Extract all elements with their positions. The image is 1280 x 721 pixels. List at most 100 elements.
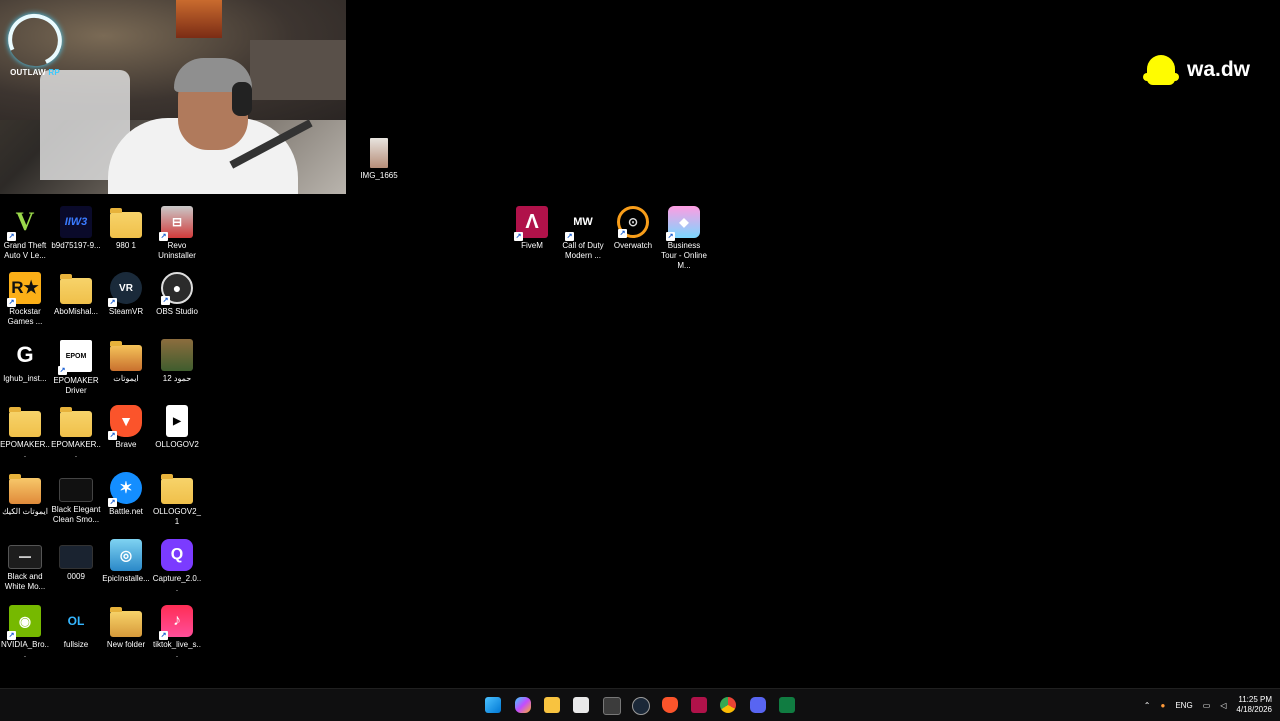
desktop-icon[interactable]: AboMishal... [51, 272, 101, 317]
desktop-icon[interactable]: ⊟ Revo Uninstaller [152, 206, 202, 261]
copilot-icon[interactable] [515, 697, 531, 713]
desktop-icon[interactable]: MW Call of Duty Modern ... [558, 206, 608, 261]
brand-name: OUTLAW [10, 68, 46, 77]
steam-icon[interactable] [632, 697, 650, 715]
outlaw-rp-logo: OUTLAW RP [0, 6, 70, 77]
desktop-icon[interactable]: ◎ EpicInstalle... [101, 539, 151, 584]
brand-text: OUTLAW RP [6, 68, 64, 77]
folder-icon [110, 341, 142, 371]
volume-icon[interactable]: ◁ [1220, 701, 1226, 710]
folder-icon [110, 208, 142, 238]
desktop-icon[interactable]: EPOMAKER... [0, 405, 50, 460]
battlenet-icon: ✶ [108, 472, 142, 507]
photo-thumbnail-icon [161, 339, 193, 371]
icon-label: Black Elegant Clean Smo... [51, 505, 101, 524]
desktop-icon[interactable]: ايموتات [101, 339, 151, 384]
desktop-icon[interactable]: ◉ NVIDIA_Bro... [0, 605, 50, 660]
desktop-icon[interactable]: ⊙ Overwatch [608, 206, 658, 251]
snapchat-ghost-icon [1142, 55, 1179, 85]
cod-mw-icon: MW [565, 206, 599, 241]
store-icon[interactable] [573, 697, 589, 713]
desktop-icon[interactable]: ▼ Brave [101, 405, 151, 450]
icon-label: fullsize [63, 640, 89, 649]
image-file-icon: IIW3 [60, 206, 92, 238]
clock[interactable]: 11:25 PM 4/18/2026 [1236, 695, 1272, 715]
file-explorer-icon[interactable] [544, 697, 560, 713]
clock-date: 4/18/2026 [1236, 705, 1272, 714]
icon-label: b9d75197-9... [51, 241, 101, 250]
icon-label: Black and White Mo... [4, 572, 46, 591]
headset [232, 82, 252, 116]
microphone-icon[interactable]: ● [1161, 701, 1166, 710]
chrome-icon[interactable] [720, 697, 736, 713]
desktop-icon[interactable]: Q Capture_2.0... [152, 539, 202, 594]
folder-icon [110, 607, 142, 637]
icon-label: 980 1 [115, 241, 137, 250]
taskbar: ⌃ ● ENG ▭ ◁ 11:25 PM 4/18/2026 [0, 688, 1280, 721]
start-icon[interactable] [485, 697, 501, 713]
desktop-icon[interactable]: New folder [101, 605, 151, 650]
desktop-icon[interactable]: Λ FiveM [507, 206, 557, 251]
desktop-icon[interactable]: EPOMAKER... [51, 405, 101, 460]
icon-label: OLLOGOV2 [155, 440, 199, 449]
desktop-icon[interactable]: 0009 [51, 539, 101, 582]
desktop-icon[interactable]: VR SteamVR [101, 272, 151, 317]
desktop-icon[interactable]: IIW3 b9d75197-9... [51, 206, 101, 251]
fivem-icon: Λ [514, 206, 548, 241]
icon-label: Overwatch [613, 241, 653, 250]
excel-icon[interactable] [779, 697, 795, 713]
desktop-icon[interactable]: R★ Rockstar Games ... [0, 272, 50, 327]
brave-icon[interactable] [662, 697, 678, 713]
wall-poster [176, 0, 222, 38]
desktop-icon[interactable]: 980 1 [101, 206, 151, 251]
desktop-icon[interactable]: ◆ Business Tour - Online M... [659, 206, 709, 271]
icon-label: EPOMAKER... [0, 440, 50, 459]
icon-label: Revo Uninstaller [158, 241, 196, 260]
capture-app-icon: Q [161, 539, 193, 571]
network-icon[interactable]: ▭ [1203, 701, 1211, 710]
language-indicator[interactable]: ENG [1175, 701, 1192, 710]
epomaker-icon: EPOM [58, 339, 93, 375]
folder-icon [161, 474, 193, 504]
icon-label: EPOMAKER Driver [53, 376, 99, 395]
desktop-icon[interactable]: G lghub_inst... [0, 339, 50, 384]
gta-v-icon: V [7, 206, 41, 241]
icon-label: حمود 12 [162, 374, 192, 383]
folder-icon [9, 407, 41, 437]
desktop-icon[interactable]: V Grand Theft Auto V Le... [0, 206, 50, 261]
icon-label: SteamVR [108, 307, 144, 316]
image-file-icon: OL [60, 605, 92, 637]
chevron-up-icon[interactable]: ⌃ [1144, 701, 1151, 710]
discord-icon[interactable] [750, 697, 766, 713]
desktop-icon[interactable]: IMG_1665 [354, 138, 404, 181]
desktop-icon[interactable]: ♪ tiktok_live_s... [152, 605, 202, 660]
desktop-icon[interactable]: ● OBS Studio [152, 272, 202, 317]
fivem-icon[interactable] [691, 697, 707, 713]
icon-label: Brave [115, 440, 137, 449]
calculator-icon[interactable] [603, 697, 621, 715]
desktop-icon[interactable]: حمود 12 [152, 339, 202, 384]
desktop-icon[interactable]: ▬▬ Black and White Mo... [0, 539, 50, 592]
icon-label: lghub_inst... [3, 374, 47, 383]
icon-label: Capture_2.0... [152, 574, 202, 593]
video-file-icon: ▶ [166, 405, 188, 437]
brave-icon: ▼ [108, 405, 142, 440]
desktop-icon[interactable]: ▶ OLLOGOV2 [152, 405, 202, 450]
icon-label: OBS Studio [156, 307, 198, 316]
obs-icon: ● [161, 272, 193, 305]
video-thumbnail-icon [59, 478, 93, 502]
desktop-icon[interactable]: ✶ Battle.net [101, 472, 151, 517]
icon-label: ايموتات [113, 374, 139, 383]
desktop-icon[interactable]: EPOM EPOMAKER Driver [51, 339, 101, 396]
desktop-icon[interactable]: Black Elegant Clean Smo... [51, 472, 101, 525]
snapchat-handle: wa.dw [1186, 58, 1250, 81]
logitech-g-icon: G [9, 339, 41, 371]
rockstar-icon: R★ [7, 272, 41, 307]
desktop-icon[interactable]: OL fullsize [51, 605, 101, 650]
photo-thumbnail-icon [370, 138, 388, 168]
desktop-icon[interactable]: ايموتات الكيك [0, 472, 50, 517]
desktop-icon[interactable]: OLLOGOV2_1 [152, 472, 202, 527]
nvidia-icon: ◉ [7, 605, 41, 640]
desktop: OUTLAW RP wa.dw IMG_1665 V Grand Theft A… [0, 0, 1280, 688]
video-thumbnail-icon: ▬▬ [8, 545, 42, 569]
